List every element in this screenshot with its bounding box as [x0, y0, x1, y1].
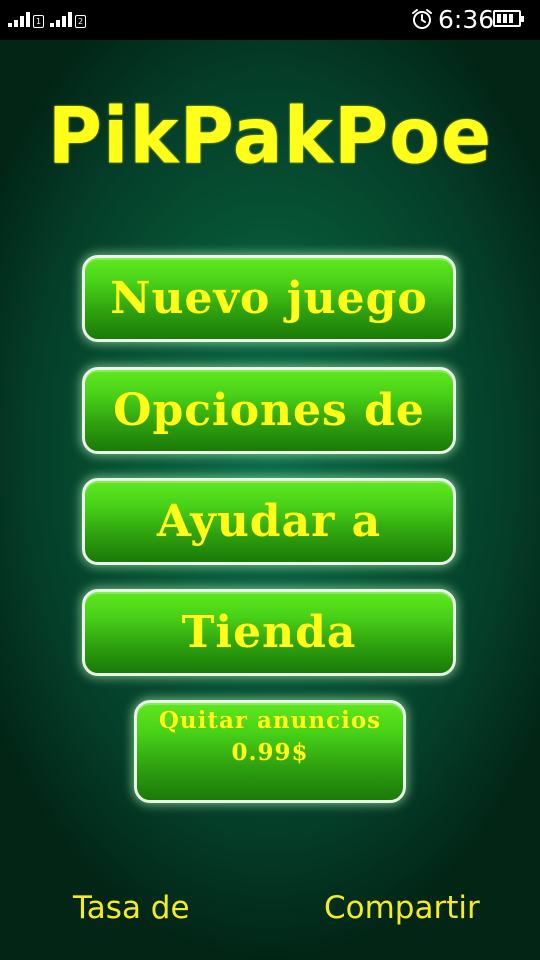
- new-game-button[interactable]: Nuevo juego: [82, 255, 456, 342]
- phone-screen: 1 2 6:36 PikPakPoe Nuevo juego Opciones …: [0, 0, 540, 960]
- main-menu: PikPakPoe Nuevo juego Opciones de Ayudar…: [0, 40, 540, 960]
- sim2-label: 2: [75, 15, 86, 28]
- new-game-label: Nuevo juego: [110, 273, 428, 324]
- shop-label: Tienda: [181, 607, 357, 658]
- rate-link[interactable]: Tasa de: [73, 888, 190, 928]
- app-title: PikPakPoe: [47, 90, 493, 182]
- remove-ads-label: Quitar anuncios 0.99$: [158, 707, 382, 766]
- share-link[interactable]: Compartir: [324, 888, 480, 928]
- status-time: 6:36: [438, 5, 495, 34]
- help-button[interactable]: Ayudar a: [82, 478, 456, 565]
- alarm-icon: [412, 9, 432, 29]
- shop-button[interactable]: Tienda: [82, 589, 456, 676]
- status-bar: 1 2 6:36: [0, 0, 540, 40]
- sim1-label: 1: [33, 15, 44, 28]
- help-label: Ayudar a: [156, 496, 382, 547]
- options-button[interactable]: Opciones de: [82, 367, 456, 454]
- remove-ads-button[interactable]: Quitar anuncios 0.99$: [134, 700, 406, 803]
- battery-icon: [493, 10, 524, 27]
- options-label: Opciones de: [113, 385, 425, 436]
